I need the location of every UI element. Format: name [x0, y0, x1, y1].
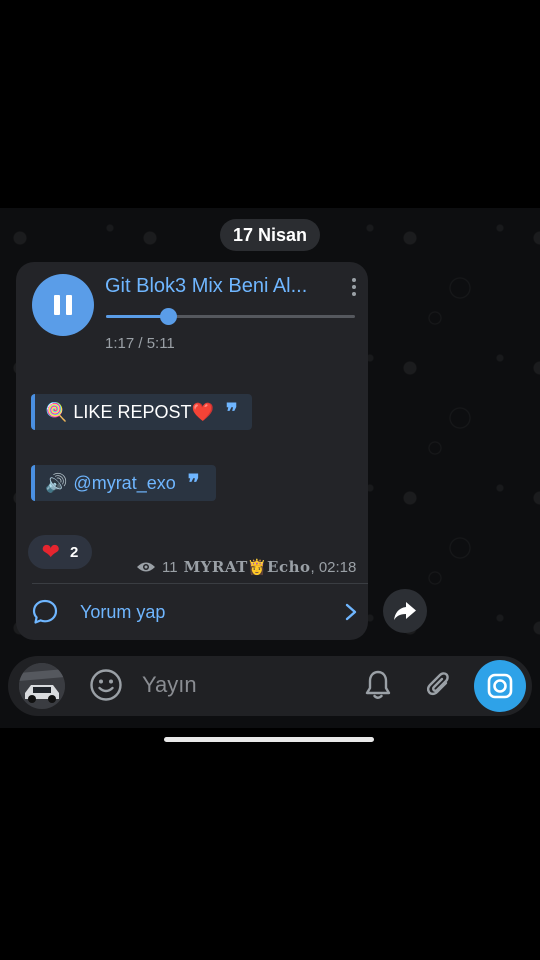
lollipop-emoji: 🍭: [45, 401, 68, 422]
pause-icon: [66, 295, 72, 315]
message-meta: 11 MYRAT👸Echo, 02:18: [136, 558, 356, 576]
divider: [32, 583, 368, 584]
quote-block: 🍭 LIKE REPOST❤️ ❞: [31, 394, 252, 430]
track-title: Git Blok3 Mix Beni Al...: [105, 275, 308, 297]
comment-label: Yorum yap: [80, 601, 166, 622]
quote-block[interactable]: 🔊 @myrat_exo ❞: [31, 465, 216, 501]
pause-icon: [54, 295, 60, 315]
reaction-count: 2: [70, 543, 79, 561]
message-input[interactable]: Yayın: [142, 672, 197, 698]
audio-progress-bar[interactable]: [106, 308, 355, 325]
share-button[interactable]: [383, 589, 427, 633]
eye-icon: [137, 562, 155, 572]
date-badge: 17 Nisan: [220, 219, 320, 251]
mention-link[interactable]: @myrat_exo: [73, 473, 175, 494]
quote-text: LIKE REPOST❤️: [73, 401, 214, 422]
home-indicator[interactable]: [164, 737, 374, 742]
quote-icon: ❞: [225, 399, 238, 425]
comments-button[interactable]: Yorum yap: [32, 596, 358, 628]
emoji-icon[interactable]: [89, 668, 123, 702]
more-vert-icon[interactable]: [348, 278, 360, 300]
quote-icon: ❞: [187, 470, 200, 496]
view-count: 11: [162, 558, 178, 576]
avatar-image: [19, 663, 65, 709]
audio-progress-fill: [106, 315, 169, 318]
audio-time: 1:17 / 5:11: [105, 335, 175, 352]
bell-icon[interactable]: [363, 669, 393, 701]
share-icon: [394, 602, 416, 620]
avatar[interactable]: [19, 663, 65, 709]
author-signature: MYRAT👸Echo: [183, 558, 311, 576]
heart-icon: ❤: [41, 539, 61, 564]
reaction-chip[interactable]: ❤ 2: [28, 535, 92, 569]
camera-button[interactable]: [474, 660, 526, 712]
comment-icon: [32, 599, 58, 624]
pause-button[interactable]: [32, 274, 94, 336]
camera-icon: [487, 673, 513, 699]
chevron-right-icon: [345, 603, 357, 621]
speaker-emoji: 🔊: [45, 472, 68, 493]
paperclip-icon[interactable]: [424, 669, 454, 701]
message-time: , 02:18: [310, 558, 357, 576]
